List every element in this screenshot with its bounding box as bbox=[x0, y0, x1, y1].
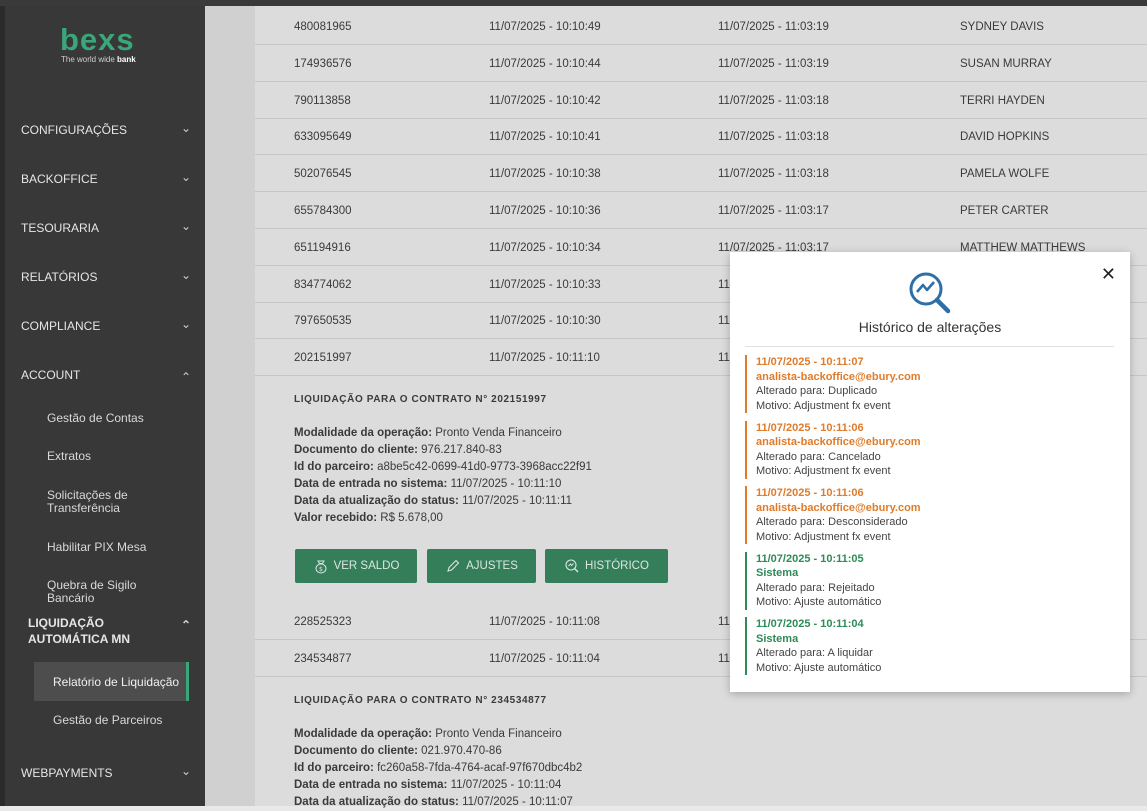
sidebar-item-solicitacoes[interactable]: Solicitações de Transferência bbox=[47, 489, 157, 515]
nav-liquidacao-automatica[interactable]: LIQUIDAÇÃO AUTOMÁTICA MN ⌃ bbox=[28, 615, 191, 647]
sidebar-item-pix-mesa[interactable]: Habilitar PIX Mesa bbox=[47, 541, 187, 554]
nav-compliance[interactable]: COMPLIANCE ⌄ bbox=[21, 317, 191, 333]
sidebar-item-gestao-contas[interactable]: Gestão de Contas bbox=[47, 412, 187, 425]
history-reason: Motivo: Adjustment fx event bbox=[756, 530, 891, 543]
nav-relatorios[interactable]: RELATÓRIOS ⌄ bbox=[21, 268, 191, 284]
history-author: Sistema bbox=[756, 567, 799, 579]
analytics-search-icon bbox=[909, 272, 951, 314]
chevron-up-icon: ⌃ bbox=[180, 370, 191, 384]
nav-configuracoes[interactable]: CONFIGURAÇÕES ⌄ bbox=[21, 121, 191, 137]
modal-divider bbox=[745, 346, 1114, 347]
nav-webpayments[interactable]: WEBPAYMENTS ⌄ bbox=[21, 764, 191, 780]
modal-title: Histórico de alterações bbox=[858, 319, 1002, 335]
history-date: 11/07/2025 - 10:11:07 bbox=[756, 356, 864, 368]
sidebar-edge bbox=[0, 6, 5, 806]
history-reason: Motivo: Ajuste automático bbox=[756, 596, 882, 608]
history-author: analista-backoffice@ebury.com bbox=[756, 370, 921, 383]
logo[interactable]: bexs The world wide bank bbox=[60, 22, 160, 65]
history-date: 11/07/2025 - 10:11:06 bbox=[756, 421, 864, 434]
history-entry: 11/07/2025 - 10:11:06 analista-backoffice… bbox=[745, 486, 1116, 544]
chevron-down-icon: ⌄ bbox=[180, 764, 191, 778]
history-date: 11/07/2025 - 10:11:04 bbox=[756, 618, 864, 630]
history-author: analista-backoffice@ebury.com bbox=[756, 436, 921, 448]
history-status: Alterado para: Rejeitado bbox=[756, 581, 875, 594]
history-entry: 11/07/2025 - 10:11:07 analista-backoffice… bbox=[745, 355, 1116, 413]
history-date: 11/07/2025 - 10:11:06 bbox=[756, 487, 864, 499]
history-entry: 11/07/2025 - 10:11:05 Sistema Alterado par… bbox=[745, 551, 1116, 610]
sidebar-item-relatorio-liquidacao[interactable]: Relatório de Liquidação bbox=[53, 676, 193, 689]
chevron-down-icon: ⌄ bbox=[180, 219, 191, 233]
history-status: Alterado para: A liquidar bbox=[756, 647, 873, 659]
history-reason: Motivo: Adjustment fx event bbox=[756, 399, 891, 412]
logo-word: bexs bbox=[60, 22, 135, 57]
history-author: Sistema bbox=[756, 632, 799, 645]
sidebar: bexs The world wide bank CONFIGURAÇÕES ⌄ … bbox=[0, 6, 205, 806]
history-reason: Motivo: Ajuste automático bbox=[756, 661, 882, 674]
chevron-down-icon: ⌄ bbox=[180, 317, 191, 331]
nav-backoffice[interactable]: BACKOFFICE ⌄ bbox=[21, 170, 191, 186]
nav-account[interactable]: ACCOUNT ⌃ bbox=[21, 368, 191, 384]
history-date: 11/07/2025 - 10:11:05 bbox=[756, 552, 864, 565]
sidebar-item-extratos[interactable]: Extratos bbox=[47, 450, 187, 463]
nav-tesouraria[interactable]: TESOURARIA ⌄ bbox=[21, 219, 191, 235]
history-modal: ✕ Histórico de alterações 11/07/2025 - 1… bbox=[730, 252, 1130, 692]
chevron-up-icon: ⌃ bbox=[180, 618, 191, 632]
logo-tagline: The world wide bank bbox=[61, 55, 136, 64]
history-author: analista-backoffice@ebury.com bbox=[756, 501, 921, 514]
history-entry: 11/07/2025 - 10:11:06 analista-backoffice… bbox=[745, 420, 1116, 479]
chevron-down-icon: ⌄ bbox=[180, 121, 191, 135]
chevron-down-icon: ⌄ bbox=[180, 170, 191, 184]
history-status: Alterado para: Desconsiderado bbox=[756, 516, 908, 528]
history-status: Alterado para: Duplicado bbox=[756, 385, 878, 397]
history-entry: 11/07/2025 - 10:11:04 Sistema Alterado par… bbox=[745, 617, 1116, 675]
sidebar-item-quebra-sigilo[interactable]: Quebra de Sigilo Bancário bbox=[47, 579, 187, 605]
chevron-down-icon: ⌄ bbox=[180, 268, 191, 282]
history-status: Alterado para: Cancelado bbox=[756, 450, 881, 463]
history-reason: Motivo: Adjustment fx event bbox=[756, 465, 891, 477]
sidebar-item-gestao-parceiros[interactable]: Gestão de Parceiros bbox=[53, 714, 193, 727]
close-icon[interactable]: ✕ bbox=[1101, 264, 1116, 285]
